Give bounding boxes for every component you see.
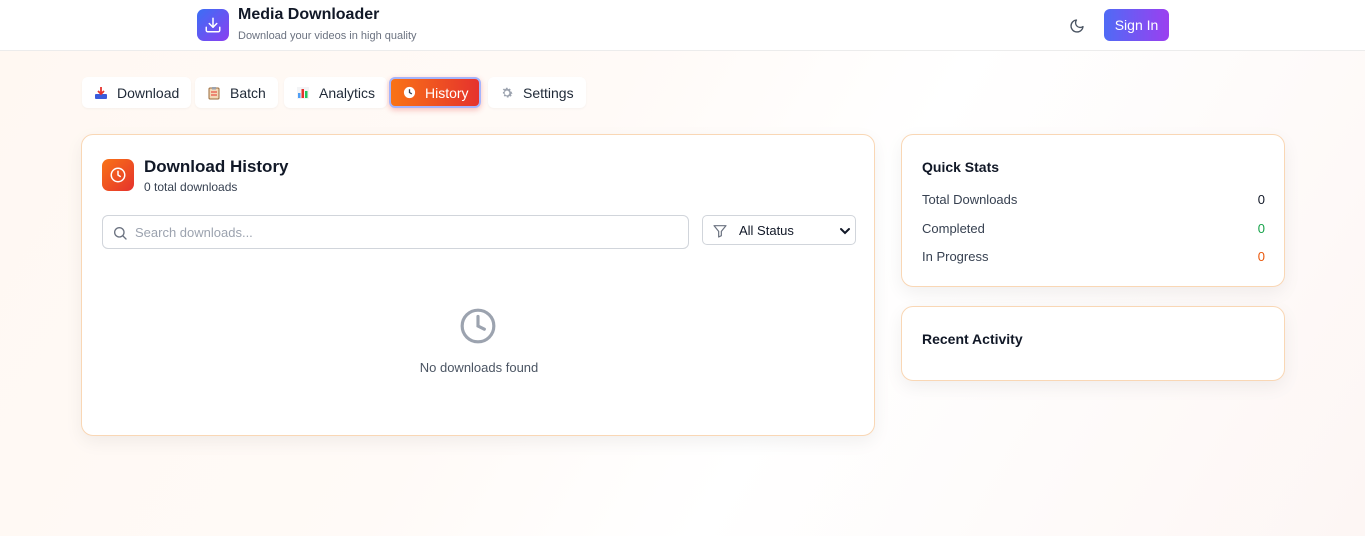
download-icon	[205, 17, 221, 33]
clock-icon	[460, 308, 496, 344]
tab-label: History	[425, 84, 469, 101]
stat-value: 0	[1257, 192, 1265, 207]
chevron-down-icon	[840, 228, 850, 235]
status-filter-select[interactable]: All Status	[702, 215, 856, 245]
app-logo	[197, 9, 229, 41]
stat-label: Total Downloads	[922, 192, 1018, 207]
tab-label: Settings	[523, 84, 574, 101]
stat-row-completed: Completed 0	[922, 221, 1265, 236]
tab-analytics[interactable]: Analytics	[284, 77, 388, 108]
empty-state-text: No downloads found	[419, 360, 539, 375]
search-box	[102, 215, 689, 249]
tab-history[interactable]: History	[389, 77, 481, 108]
sign-in-button[interactable]: Sign In	[1104, 9, 1169, 41]
stat-row-total: Total Downloads 0	[922, 192, 1265, 207]
tab-download[interactable]: Download	[82, 77, 192, 108]
search-icon	[114, 227, 127, 240]
clock-icon	[110, 167, 126, 183]
quick-stats-title: Quick Stats	[922, 159, 1000, 175]
top-header: Media Downloader Download your videos in…	[0, 0, 1365, 51]
stat-label: In Progress	[922, 249, 989, 264]
stat-row-in-progress: In Progress 0	[922, 249, 1265, 264]
app-title: Media Downloader	[238, 6, 380, 23]
tab-label: Analytics	[319, 84, 376, 101]
stat-value: 0	[1257, 221, 1265, 236]
filter-icon	[713, 225, 727, 238]
inbox-tray-icon	[94, 86, 108, 100]
search-input[interactable]	[135, 216, 685, 248]
moon-icon	[1070, 19, 1084, 33]
history-count: 0 total downloads	[144, 180, 238, 194]
tab-settings[interactable]: Settings	[488, 77, 586, 108]
download-history-card: Download History 0 total downloads All S…	[81, 134, 875, 436]
recent-activity-title: Recent Activity	[922, 331, 1023, 347]
history-title: Download History	[144, 157, 289, 176]
clock-icon	[403, 86, 416, 100]
tab-batch[interactable]: Batch	[195, 77, 278, 108]
stat-value: 0	[1257, 249, 1265, 264]
tab-label: Download	[117, 84, 180, 101]
stat-label: Completed	[922, 221, 985, 236]
recent-activity-card: Recent Activity	[901, 306, 1285, 381]
clipboard-icon	[207, 86, 221, 100]
tab-label: Batch	[230, 84, 266, 101]
quick-stats-card: Quick Stats Total Downloads 0 Completed …	[901, 134, 1285, 287]
history-badge	[102, 159, 134, 191]
bar-chart-icon	[296, 86, 310, 100]
status-filter-value: All Status	[739, 223, 794, 238]
app-subtitle: Download your videos in high quality	[238, 30, 417, 42]
theme-toggle-button[interactable]	[1066, 15, 1088, 37]
gear-icon	[500, 86, 514, 100]
